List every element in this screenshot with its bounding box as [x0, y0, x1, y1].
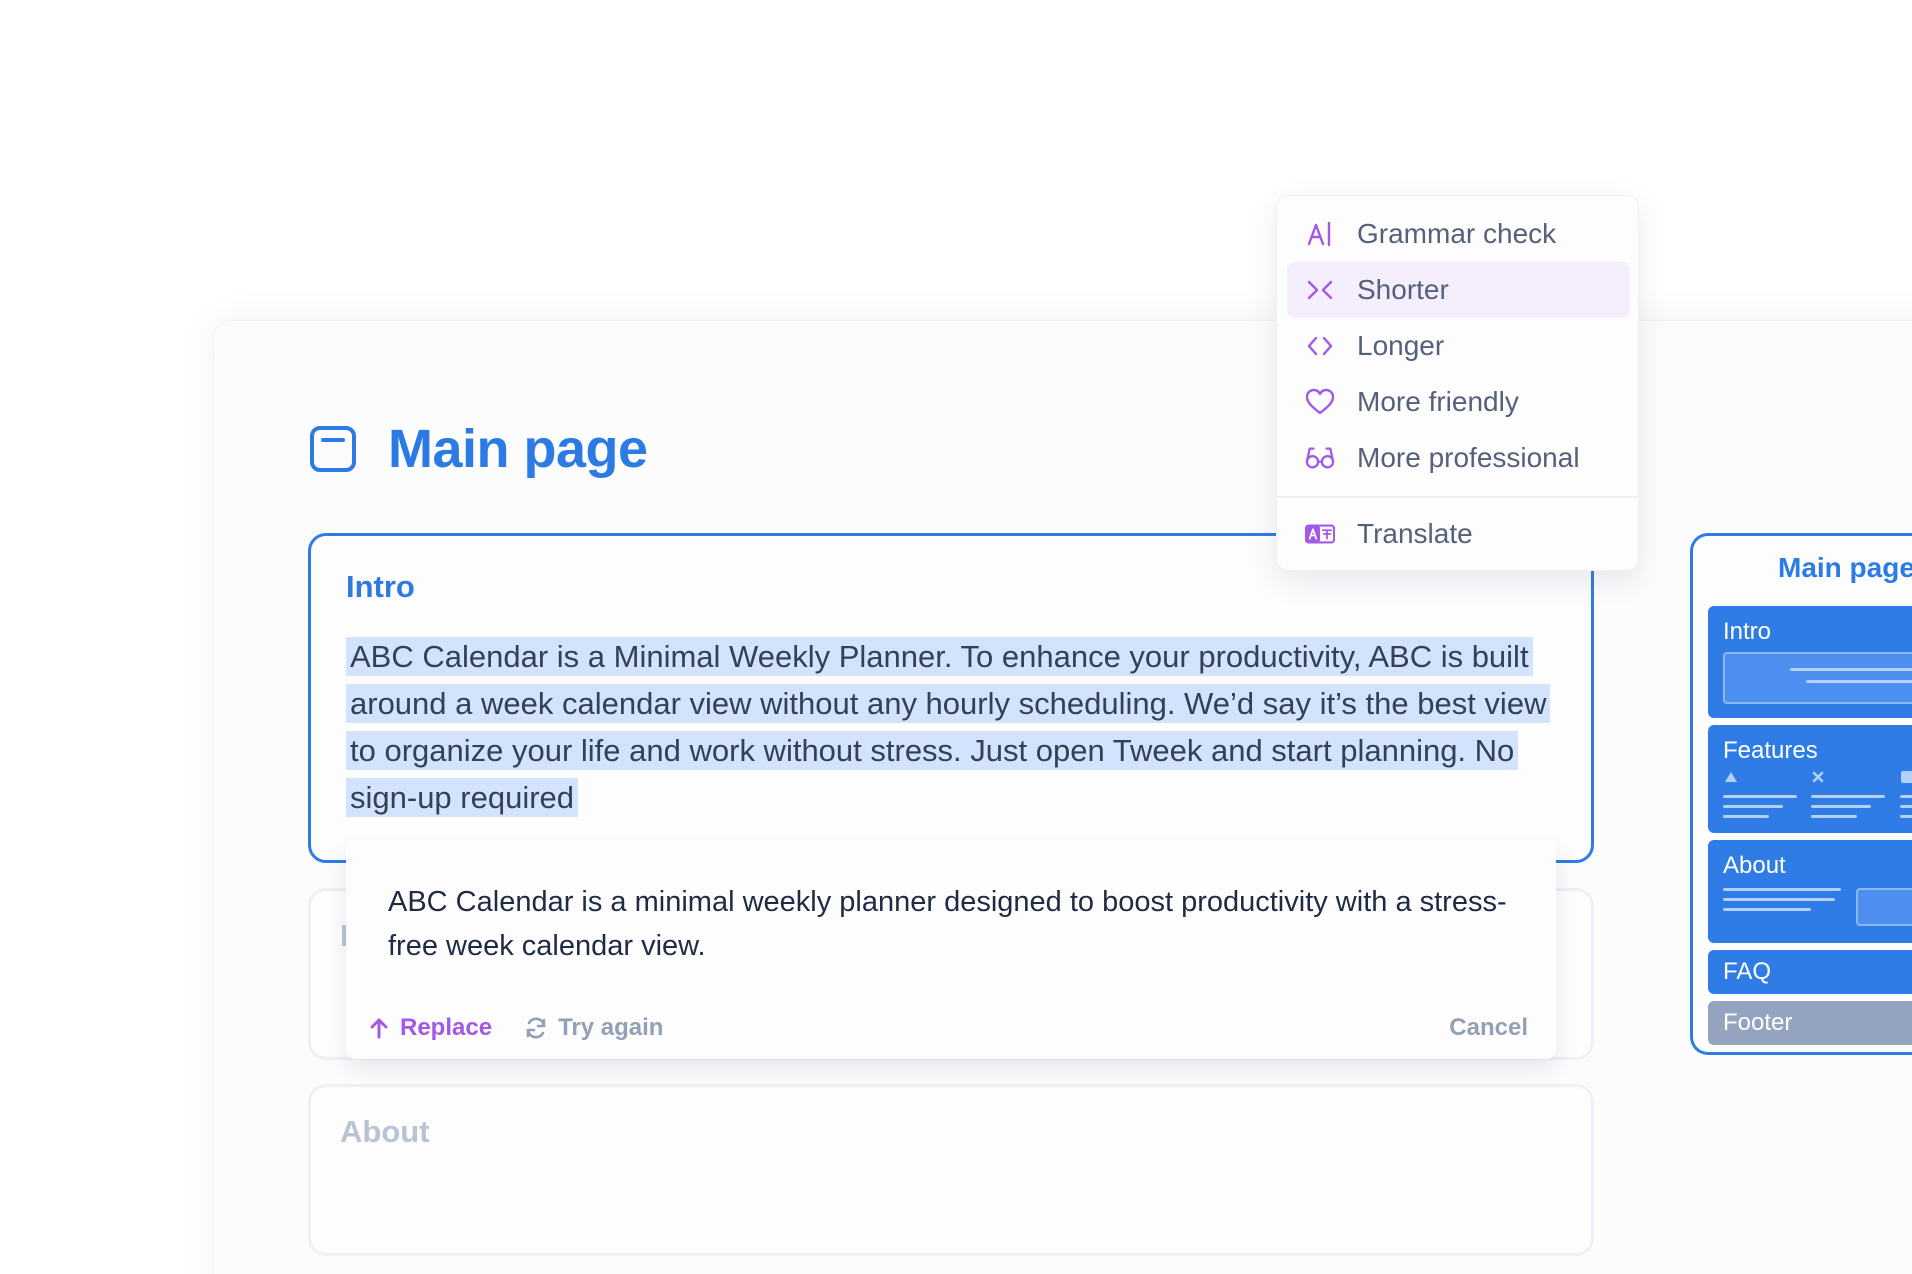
section-label: About: [340, 1114, 430, 1149]
outline-block-label: Features: [1723, 737, 1818, 764]
outline-block-label: Intro: [1723, 618, 1772, 645]
preview-line: [1723, 805, 1783, 808]
replace-label: Replace: [400, 1014, 493, 1041]
outline-block-features[interactable]: Features: [1708, 725, 1912, 833]
menu-item-longer[interactable]: Longer: [1287, 318, 1630, 374]
ai-suggestion-card: ABC Calendar is a minimal weekly planner…: [346, 840, 1556, 1059]
glasses-icon: [1305, 443, 1335, 473]
page-outline: Main page Intro Features About FAQ Foote…: [1690, 533, 1912, 1055]
menu-item-label: Shorter: [1357, 274, 1449, 305]
grammar-icon: [1305, 219, 1335, 249]
shorter-icon: [1305, 275, 1335, 305]
ai-actions-menu: Grammar check Shorter Longer More friend…: [1276, 195, 1639, 571]
menu-item-grammar-check[interactable]: Grammar check: [1287, 206, 1630, 262]
preview-line: [1811, 805, 1871, 808]
preview-line: [1790, 668, 1912, 671]
outline-block-about[interactable]: About: [1708, 840, 1912, 943]
longer-icon: [1305, 331, 1335, 361]
section-label: Intro: [346, 569, 415, 604]
menu-item-more-friendly[interactable]: More friendly: [1287, 374, 1630, 430]
suggestion-actions: Replace Try again Cancel: [368, 1010, 1528, 1046]
preview-line: [1900, 815, 1912, 818]
try-again-label: Try again: [558, 1014, 664, 1041]
menu-item-label: More friendly: [1357, 386, 1519, 417]
selected-text[interactable]: ABC Calendar is a Minimal Weekly Planner…: [346, 637, 1551, 817]
preview-line: [1900, 805, 1912, 808]
heart-icon: [1305, 387, 1335, 417]
intro-preview: [1723, 652, 1912, 704]
cancel-label: Cancel: [1449, 1014, 1528, 1041]
about-preview: [1856, 888, 1912, 926]
outline-block-label: Footer: [1723, 1009, 1793, 1036]
menu-item-label: Grammar check: [1357, 218, 1557, 249]
preview-line: [1806, 680, 1912, 683]
preview-line: [1723, 888, 1841, 891]
menu-item-shorter[interactable]: Shorter: [1287, 262, 1630, 318]
preview-line: [1723, 908, 1811, 911]
suggestion-text: ABC Calendar is a minimal weekly planner…: [388, 886, 1507, 962]
page-title: Main page: [388, 419, 648, 479]
translate-icon: [1305, 519, 1335, 549]
preview-line: [1811, 795, 1885, 798]
menu-item-label: Translate: [1357, 518, 1473, 549]
preview-line: [1723, 795, 1797, 798]
section-intro[interactable]: Intro ABC Calendar is a Minimal Weekly P…: [308, 533, 1594, 863]
outline-block-label: FAQ: [1723, 958, 1772, 985]
square-icon: [1901, 771, 1912, 783]
page-icon: [310, 426, 356, 472]
preview-line: [1723, 815, 1769, 818]
cancel-button[interactable]: Cancel: [1449, 1014, 1528, 1042]
menu-item-label: More professional: [1357, 442, 1580, 473]
menu-item-more-professional[interactable]: More professional: [1287, 430, 1630, 486]
triangle-icon: [1725, 772, 1737, 782]
intro-text[interactable]: ABC Calendar is a Minimal Weekly Planner…: [346, 633, 1566, 821]
outline-block-footer[interactable]: Footer: [1708, 1001, 1912, 1045]
preview-line: [1723, 898, 1835, 901]
page-header: Main page: [308, 414, 648, 484]
refresh-icon: [526, 1017, 546, 1039]
menu-item-label: Longer: [1357, 330, 1445, 361]
section-about[interactable]: About: [308, 1084, 1594, 1256]
outline-block-faq[interactable]: FAQ: [1708, 950, 1912, 994]
try-again-button[interactable]: Try again: [524, 1014, 663, 1042]
outline-title: Main page: [1778, 552, 1912, 583]
arrow-up-icon: [370, 1018, 388, 1039]
menu-item-translate[interactable]: Translate: [1287, 506, 1630, 562]
replace-button[interactable]: Replace: [368, 1014, 492, 1042]
outline-block-intro[interactable]: Intro: [1708, 606, 1912, 718]
preview-line: [1900, 795, 1912, 798]
outline-block-label: About: [1723, 852, 1786, 879]
menu-divider: [1277, 496, 1638, 498]
cross-icon: [1812, 771, 1824, 783]
preview-line: [1811, 815, 1857, 818]
